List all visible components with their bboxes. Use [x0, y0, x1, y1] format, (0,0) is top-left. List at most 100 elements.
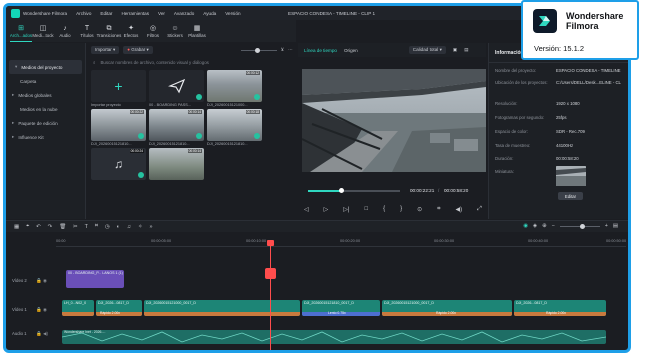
tab-effects[interactable]: ✦ Efectos	[120, 21, 142, 42]
media-card[interactable]: 00:00:14	[149, 148, 204, 180]
more-options-icon[interactable]: ⋯	[288, 47, 293, 53]
tab-imported-files[interactable]: ⊞ Arch...ados	[10, 21, 32, 42]
sidebar-item-global-media[interactable]: ▸ Medios globales	[6, 88, 85, 102]
media-card[interactable]: 00:00:18 DJI_20260015121810...	[207, 109, 262, 146]
tab-titles[interactable]: T Títulos	[76, 21, 98, 42]
filter-icon[interactable]: ⊻	[281, 47, 284, 53]
scrubber-progress	[308, 190, 342, 192]
timeline-playhead[interactable]	[265, 240, 276, 350]
sidebar-item-influence-kit[interactable]: ▸ Influence Kit	[6, 130, 85, 144]
tab-source-preview[interactable]: Origen	[344, 48, 358, 53]
media-card[interactable]: 00:00:22 DJI_20260015121810...	[91, 109, 146, 146]
volume-icon[interactable]: ◀)	[456, 206, 463, 213]
playhead-marker-icon[interactable]	[265, 268, 276, 279]
zoom-out-icon[interactable]: −	[552, 223, 555, 229]
search-input[interactable]: Buscar nombres de archivo, contenido vis…	[100, 60, 208, 65]
ai-tool-icon[interactable]: ✧	[138, 224, 143, 230]
layout-icon[interactable]: ▦	[14, 224, 19, 230]
tab-filters[interactable]: ◎ Filtros	[142, 21, 164, 42]
video-clip[interactable]: LH_0...N02_0	[62, 300, 94, 316]
step-forward-icon[interactable]: ▷|	[343, 206, 349, 213]
tab-transitions[interactable]: ⧉ Transiciones	[97, 21, 122, 42]
tab-templates[interactable]: ▦ Plantillas	[186, 21, 208, 42]
zoom-in-icon[interactable]: +	[605, 223, 608, 229]
preview-scrubber[interactable]	[308, 188, 400, 193]
timeline-zoom-slider[interactable]	[559, 223, 600, 229]
step-back-icon[interactable]: ◁	[304, 206, 309, 213]
menu-version[interactable]: Versión	[225, 11, 240, 16]
render-preview-icon[interactable]: ◉	[523, 223, 528, 229]
color-icon[interactable]: ◐	[117, 224, 120, 230]
overlay-clip[interactable]: 00 - BOARDING_P... LANOS 1 (1)	[66, 270, 124, 288]
media-search[interactable]: ⌕ Buscar nombres de archivo, contenido v…	[87, 57, 296, 68]
audio-waveform	[62, 331, 606, 343]
media-card[interactable]: 00 - BOARDING PASS...	[149, 70, 204, 107]
voiceover-icon[interactable]: ⊕	[542, 223, 547, 229]
chevron-down-icon: ▾	[15, 64, 18, 69]
video-preview[interactable]	[302, 69, 486, 172]
menu-editar[interactable]: Editar	[100, 11, 112, 16]
menu-ver[interactable]: Ver	[158, 11, 165, 16]
display-settings-icon[interactable]: ▤	[464, 47, 468, 53]
sidebar-item-folder[interactable]: Carpeta	[6, 74, 85, 88]
delete-icon[interactable]: 🗑	[59, 224, 66, 230]
sidebar-item-project-media[interactable]: ▾ Medios del proyecto	[9, 60, 82, 74]
tab-stickers[interactable]: ☺ Stickers	[164, 21, 186, 42]
video-thumbnail: 00:00:14	[149, 109, 204, 141]
speed-icon[interactable]: ◷	[105, 224, 110, 230]
crop-tool-icon[interactable]: ⌗	[95, 223, 98, 230]
select-tool-icon[interactable]: ⌖	[26, 223, 29, 230]
document-title: ESPACIO CONDESA - TIMELINE - CLIP 1	[288, 10, 376, 16]
quality-dropdown[interactable]: Calidad total ▾	[408, 46, 446, 54]
track-eye-icon[interactable]: 🔒 ◉	[36, 307, 47, 313]
import-project-tile[interactable]: + Importar proyecto	[91, 70, 146, 107]
tab-timeline-preview[interactable]: Línea de tiempo	[304, 48, 337, 53]
more-tools-icon[interactable]: »	[149, 224, 152, 230]
play-icon[interactable]: ▷	[324, 206, 329, 213]
track-lock-icon[interactable]: 🔒 ◉	[36, 278, 47, 284]
track-label-video-2: Vídeo 2	[12, 278, 27, 283]
thumbnail-size-slider[interactable]	[240, 47, 277, 53]
menu-archivo[interactable]: Archivo	[76, 11, 91, 16]
playhead-handle[interactable]	[267, 240, 274, 246]
scrubber-knob[interactable]	[339, 188, 345, 193]
fullscreen-icon[interactable]: ⤢	[477, 206, 482, 213]
audio-tool-icon[interactable]: ♫	[127, 224, 131, 230]
undo-icon[interactable]: ↶	[36, 224, 41, 230]
zoom-knob[interactable]	[579, 223, 585, 229]
media-card[interactable]: 00:00:14 DJI_20260015121810...	[149, 109, 204, 146]
badge-version: Versión: 15.1.2	[534, 44, 585, 53]
import-dropdown[interactable]: Importar ▾	[91, 46, 120, 54]
media-card[interactable]: ♫ 00:00:24	[91, 148, 146, 180]
record-dropdown[interactable]: ● Grabar ▾	[123, 46, 153, 54]
split-icon[interactable]: ✂	[73, 224, 78, 230]
track-mute-icon[interactable]: 🔒 ◀)	[36, 331, 48, 337]
tab-audio[interactable]: ♪ Audio	[54, 21, 76, 42]
menu-ayuda[interactable]: Ayuda	[203, 11, 216, 16]
sidebar-item-cloud-media[interactable]: Medios en la nube	[6, 102, 85, 116]
redo-icon[interactable]: ↷	[48, 224, 53, 230]
media-card[interactable]: 00:00:12 DJI_20260015121000...	[207, 70, 262, 107]
crop-icon[interactable]: ⌗	[437, 206, 440, 213]
video-clip[interactable]: DJI_20260015121000_0017_D	[144, 300, 300, 316]
mark-in-icon[interactable]: {	[383, 206, 385, 213]
marker-icon[interactable]: ◈	[533, 223, 537, 229]
menu-avanzado[interactable]: Avanzado	[174, 11, 194, 16]
track-label-audio-1: Audio 1	[12, 331, 27, 336]
tab-stock-media[interactable]: ◫ Medi...tock	[32, 21, 54, 42]
template-icon: ▦	[193, 25, 201, 32]
snapshot-icon[interactable]: ▣	[453, 47, 457, 53]
menu-herramientas[interactable]: Herramientas	[121, 11, 149, 16]
timeline-ruler[interactable]: 00:00 00:00:05:00 00:00:10:00 00:00:20:0…	[56, 237, 626, 247]
slider-knob[interactable]	[254, 47, 260, 53]
mark-out-icon[interactable]: }	[400, 206, 402, 213]
grid-view-icon[interactable]: ▤	[613, 223, 618, 229]
sidebar-item-edit-package[interactable]: ▸ Paquete de edición	[6, 116, 85, 130]
edit-thumbnail-button[interactable]: Editar	[558, 192, 583, 200]
chevron-right-icon: ▸	[12, 92, 15, 97]
stop-icon[interactable]: □	[364, 206, 368, 213]
camera-snapshot-icon[interactable]: ⊙	[417, 206, 422, 213]
total-time: 00:00:58:20	[444, 188, 469, 193]
audio-clip[interactable]: Wondershare Inet - 2026-...	[62, 330, 606, 344]
text-tool-icon[interactable]: T	[85, 224, 88, 230]
